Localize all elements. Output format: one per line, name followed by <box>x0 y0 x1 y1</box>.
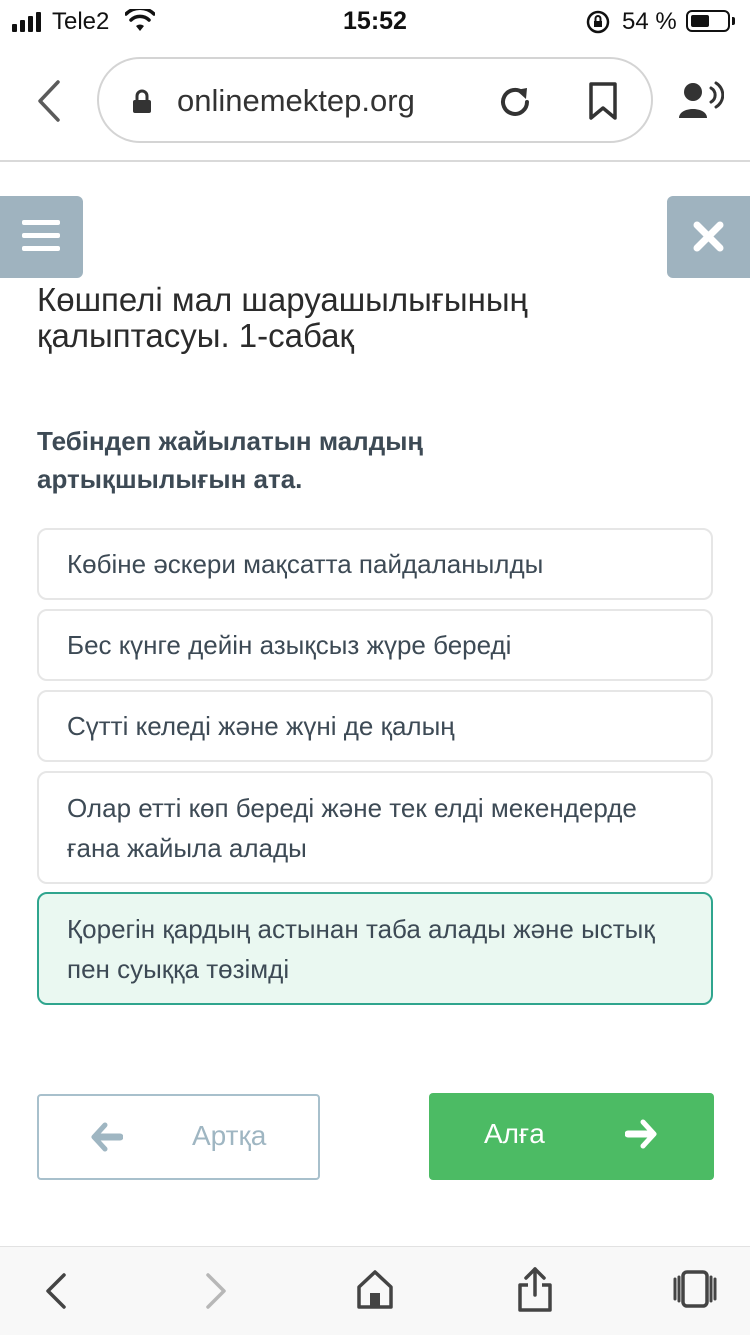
answer-option[interactable]: Сүтті келеді және жүні де қалың <box>37 690 713 762</box>
back-button-label: Артқа <box>192 1120 267 1151</box>
orientation-lock-icon <box>586 10 610 34</box>
question-text: Тебіндеп жайылатын малдың артықшылығын а… <box>37 426 424 494</box>
address-bar[interactable]: onlinemektep.org <box>97 57 653 143</box>
back-button[interactable]: Артқа <box>37 1094 320 1180</box>
answer-option-label: Сүтті келеді және жүні де қалың <box>67 711 455 741</box>
close-button[interactable] <box>667 196 750 278</box>
next-button-label: Алға <box>484 1118 545 1149</box>
answer-option-label: Бес күнге дейін азықсыз жүре береді <box>67 630 512 660</box>
answer-option-label: Көбіне әскери мақсатта пайдаланылды <box>67 549 544 579</box>
hamburger-icon <box>22 246 60 251</box>
reload-icon[interactable] <box>497 84 533 120</box>
lesson-title: Көшпелі мал шаруашылығының қалыптасуы. 1… <box>37 281 528 354</box>
answer-option-label: Олар етті көп береді және тек елді мекен… <box>67 792 637 863</box>
answer-option[interactable]: Олар етті көп береді және тек елді мекен… <box>37 771 713 884</box>
speaker-icon[interactable] <box>678 80 724 120</box>
back-chevron-icon[interactable] <box>30 78 70 124</box>
home-icon[interactable] <box>355 1267 395 1311</box>
battery-icon <box>686 10 730 32</box>
bookmark-icon[interactable] <box>587 81 619 121</box>
battery-percent: 54 % <box>622 8 677 35</box>
close-icon <box>693 221 724 252</box>
arrow-right-icon <box>625 1119 657 1149</box>
forward-icon[interactable] <box>200 1271 232 1311</box>
back-icon[interactable] <box>40 1271 72 1311</box>
answer-option[interactable]: Көбіне әскери мақсатта пайдаланылды <box>37 528 713 600</box>
hamburger-icon <box>22 233 60 238</box>
answer-option-label: Қорегін қардың астынан таба алады және ы… <box>67 913 655 984</box>
tabs-icon[interactable] <box>673 1269 717 1309</box>
hamburger-icon <box>22 220 60 225</box>
browser-divider <box>0 160 750 162</box>
next-button[interactable]: Алға <box>429 1093 714 1180</box>
browser-toolbar <box>0 1246 750 1335</box>
menu-button[interactable] <box>0 196 83 278</box>
answer-option-selected[interactable]: Қорегін қардың астынан таба алады және ы… <box>37 892 713 1005</box>
url-text: onlinemektep.org <box>177 83 415 118</box>
share-icon[interactable] <box>516 1265 554 1313</box>
lock-icon <box>133 89 151 113</box>
battery-tip <box>732 17 735 25</box>
arrow-left-icon <box>91 1122 123 1152</box>
answer-option[interactable]: Бес күнге дейін азықсыз жүре береді <box>37 609 713 681</box>
status-bar: Tele2 15:52 54 % <box>0 0 750 44</box>
